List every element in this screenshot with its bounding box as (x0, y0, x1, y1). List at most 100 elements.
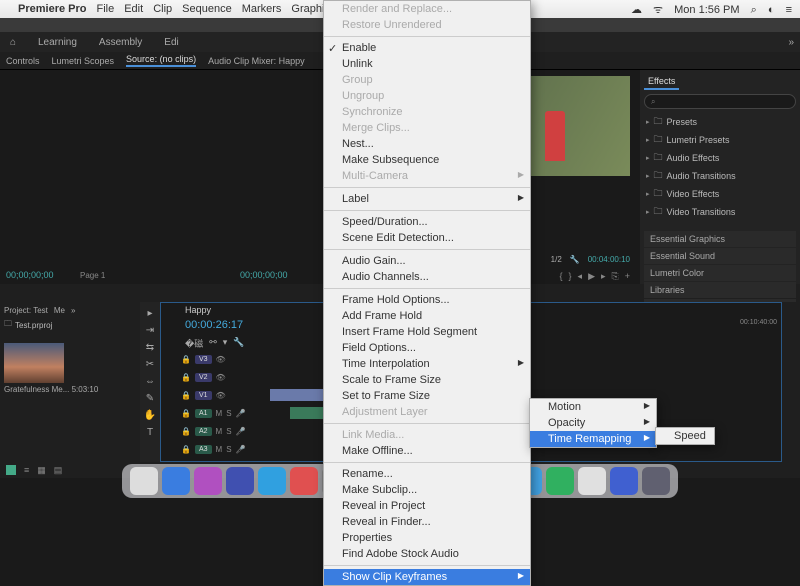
marker-icon[interactable]: ▾ (223, 337, 228, 350)
menu-item[interactable]: Insert Frame Hold Segment (324, 324, 530, 340)
export-frame-button[interactable]: ⎘ (612, 271, 619, 282)
menu-item[interactable]: Time Interpolation▶ (324, 356, 530, 372)
menu-file[interactable]: File (96, 3, 114, 15)
tab-source[interactable]: Source: (no clips) (126, 54, 196, 67)
menu-item[interactable]: Reveal in Project (324, 498, 530, 514)
tray-icon[interactable]: ☁ (631, 4, 642, 16)
wrench-icon[interactable]: 🔧 (570, 255, 580, 264)
panel-tab[interactable]: Lumetri Color (644, 265, 796, 281)
dock-app-icon[interactable] (226, 467, 254, 495)
menu-clip[interactable]: Clip (153, 3, 172, 15)
snap-icon[interactable]: �磁 (185, 337, 203, 350)
step-fwd-button[interactable]: ▸ (601, 271, 606, 282)
menu-item[interactable]: Motion▶ (530, 399, 656, 415)
menu-markers[interactable]: Markers (242, 3, 282, 15)
dock-app-icon[interactable] (290, 467, 318, 495)
icon-view-icon[interactable]: ▦ (37, 465, 46, 476)
tab-audio-mixer[interactable]: Audio Clip Mixer: Happy (208, 56, 305, 66)
ripple-tool[interactable]: ⇆ (146, 342, 154, 353)
dock-app-icon[interactable] (642, 467, 670, 495)
program-zoom[interactable]: 1/2 (551, 255, 562, 264)
menu-item[interactable]: Speed (656, 428, 714, 444)
menu-item[interactable]: Opacity▶ (530, 415, 656, 431)
menu-item[interactable]: Add Frame Hold (324, 308, 530, 324)
menu-item[interactable]: Time Remapping▶ (530, 431, 656, 447)
effects-folder[interactable]: ▸🗀Video Effects (644, 185, 796, 203)
slip-tool[interactable]: ⇔ (145, 376, 155, 387)
clock[interactable]: Mon 1:56 PM (674, 4, 739, 16)
effects-search-input[interactable] (644, 94, 796, 109)
razor-tool[interactable]: ✂ (146, 359, 154, 370)
dock-app-icon[interactable] (130, 467, 158, 495)
menu-item[interactable]: Rename... (324, 466, 530, 482)
menu-edit[interactable]: Edit (124, 3, 143, 15)
siri-icon[interactable]: ◐ (768, 4, 775, 16)
mark-out-button[interactable]: } (569, 271, 572, 282)
effects-folder[interactable]: ▸🗀Audio Transitions (644, 167, 796, 185)
menu-item[interactable]: Find Adobe Stock Audio (324, 546, 530, 562)
dock-app-icon[interactable] (194, 467, 222, 495)
settings-icon[interactable]: 🔧 (233, 337, 244, 350)
play-button[interactable]: ▶ (588, 271, 595, 282)
tab-lumetri-scopes[interactable]: Lumetri Scopes (52, 56, 115, 66)
hand-tool[interactable]: ✋ (144, 410, 156, 421)
menu-item[interactable]: Scale to Frame Size (324, 372, 530, 388)
menu-item[interactable]: Unlink (324, 56, 530, 72)
menu-item[interactable]: Label▶ (324, 191, 530, 207)
bin-name[interactable]: Test.prproj (15, 321, 52, 330)
effects-folder[interactable]: ▸🗀Video Transitions (644, 203, 796, 221)
search-icon[interactable]: ⌕ (751, 4, 757, 16)
menu-item[interactable]: Set to Frame Size (324, 388, 530, 404)
show-keyframes-submenu[interactable]: Motion▶Opacity▶Time Remapping▶ (529, 398, 657, 448)
effects-folder[interactable]: ▸🗀Presets (644, 113, 796, 131)
list-view-icon[interactable]: ≡ (24, 465, 29, 475)
dock-app-icon[interactable] (578, 467, 606, 495)
menu-sequence[interactable]: Sequence (182, 3, 232, 15)
ws-assembly[interactable]: Assembly (95, 35, 146, 50)
type-tool[interactable]: T (147, 427, 153, 438)
mark-in-button[interactable]: { (560, 271, 563, 282)
freeform-view-icon[interactable]: ▤ (54, 465, 63, 476)
add-button[interactable]: + (625, 271, 630, 282)
clip-thumbnail[interactable] (4, 343, 64, 383)
menu-item[interactable]: Reveal in Finder... (324, 514, 530, 530)
effects-folder[interactable]: ▸🗀Lumetri Presets (644, 131, 796, 149)
menu-item[interactable]: Nest... (324, 136, 530, 152)
menu-item[interactable]: Audio Channels... (324, 269, 530, 285)
menu-item[interactable]: Field Options... (324, 340, 530, 356)
menu-item[interactable]: Properties (324, 530, 530, 546)
tab-project[interactable]: Project: Test (4, 306, 48, 315)
ws-learning[interactable]: Learning (34, 35, 81, 50)
menu-item[interactable]: Show Clip Keyframes▶ (324, 569, 530, 585)
effects-header[interactable]: Effects (644, 74, 679, 90)
app-name[interactable]: Premiere Pro (18, 3, 86, 15)
selection-tool[interactable]: ▸ (147, 308, 152, 319)
panel-tab[interactable]: Essential Sound (644, 248, 796, 264)
effects-folder[interactable]: ▸🗀Audio Effects (644, 149, 796, 167)
source-page[interactable]: Page 1 (80, 271, 105, 280)
home-icon[interactable]: ⌂ (6, 37, 20, 48)
menu-item[interactable]: Audio Gain... (324, 253, 530, 269)
tab-overflow[interactable]: » (71, 306, 75, 315)
panel-tab[interactable]: Libraries (644, 282, 796, 298)
timeline-playhead-tc[interactable]: 00:00:26:17 (185, 319, 243, 331)
dock-app-icon[interactable] (546, 467, 574, 495)
clip-name[interactable]: Gratefulness Me... (4, 385, 69, 394)
menu-item[interactable]: Speed/Duration... (324, 214, 530, 230)
notifications-icon[interactable]: ≡ (786, 4, 792, 16)
tab-media[interactable]: Me (54, 306, 65, 315)
sequence-name[interactable]: Happy (185, 305, 211, 315)
ws-overflow[interactable]: » (788, 37, 794, 48)
dock-app-icon[interactable] (610, 467, 638, 495)
pen-tool[interactable]: ✎ (146, 393, 154, 404)
menu-item[interactable]: Make Subsequence (324, 152, 530, 168)
menu-item[interactable]: Scene Edit Detection... (324, 230, 530, 246)
step-back-button[interactable]: ◂ (578, 271, 583, 282)
menu-item[interactable]: Make Offline... (324, 443, 530, 459)
wifi-icon[interactable]: ᯤ (653, 4, 663, 16)
menu-item[interactable]: ✓Enable (324, 40, 530, 56)
tab-effect-controls[interactable]: Controls (6, 56, 40, 66)
ws-editing[interactable]: Edi (160, 35, 182, 50)
time-remapping-submenu[interactable]: Speed (655, 427, 715, 445)
menu-item[interactable]: Make Subclip... (324, 482, 530, 498)
